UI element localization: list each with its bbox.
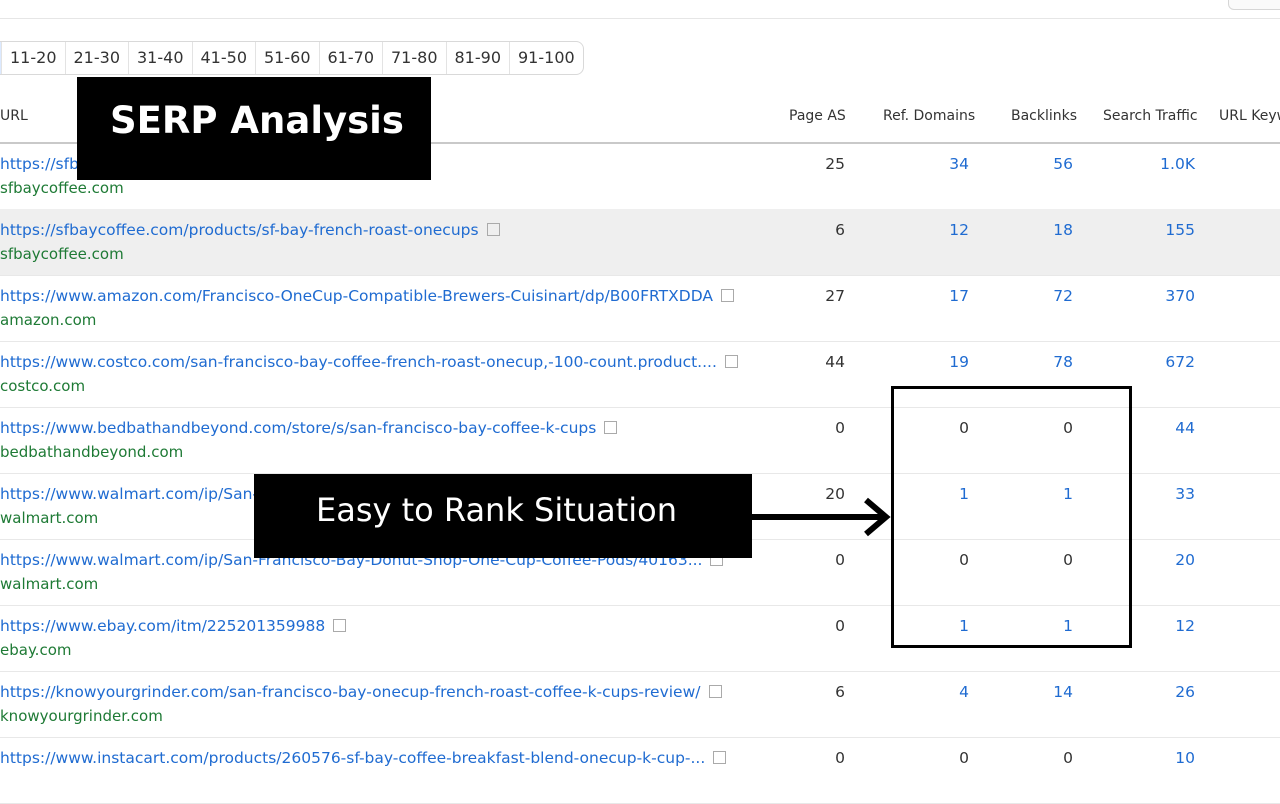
row-page-as: 0 (835, 749, 845, 767)
page-tab[interactable]: 91-100 (510, 42, 583, 74)
page-tab[interactable]: 41-50 (193, 42, 256, 74)
highlight-box (891, 386, 1132, 648)
row-url-text[interactable]: https://sfbaycoffee.com/products/sf-bay-… (0, 221, 479, 239)
row-domain: ebay.com (0, 641, 72, 659)
row-domain: amazon.com (0, 311, 97, 329)
row-domain: walmart.com (0, 509, 99, 527)
row-url-link[interactable]: https://www.bedbathandbeyond.com/store/s… (0, 419, 618, 437)
page-tab[interactable]: 21-30 (66, 42, 129, 74)
row-search-traffic[interactable]: 370 (1125, 287, 1195, 305)
row-url-text[interactable]: https://www.bedbathandbeyond.com/store/s… (0, 419, 596, 437)
arrow-right-icon (752, 497, 891, 537)
row-page-as: 0 (835, 551, 845, 569)
row-domain: knowyourgrinder.com (0, 707, 163, 725)
external-link-icon[interactable] (333, 619, 347, 632)
pagination: 11-20 21-30 31-40 41-50 51-60 61-70 71-8… (0, 41, 584, 75)
row-ref-domains[interactable]: 34 (899, 155, 969, 173)
table-row[interactable]: https://sfbaycoffee.com/products/sf-bay-… (0, 209, 1280, 276)
col-search-traffic[interactable]: Search Traffic (1103, 108, 1198, 124)
row-backlinks[interactable]: 0 (1003, 749, 1073, 767)
row-url-text[interactable]: https://sfb (0, 155, 79, 173)
col-page-as[interactable]: Page AS (789, 108, 846, 124)
row-page-as: 0 (835, 617, 845, 635)
top-right-button[interactable] (1228, 0, 1280, 10)
row-url-link[interactable]: https://www.amazon.com/Francisco-OneCup-… (0, 287, 734, 305)
row-backlinks[interactable]: 18 (1003, 221, 1073, 239)
row-search-traffic[interactable]: 33 (1125, 485, 1195, 503)
external-link-icon[interactable] (720, 289, 734, 302)
col-backlinks[interactable]: Backlinks (1011, 108, 1077, 124)
page-tab[interactable]: 11-20 (2, 42, 66, 74)
row-page-as: 27 (825, 287, 845, 305)
row-url-link[interactable]: https://sfb (0, 155, 79, 173)
row-search-traffic[interactable]: 44 (1125, 419, 1195, 437)
row-search-traffic[interactable]: 10 (1125, 749, 1195, 767)
row-url-text[interactable]: https://www.walmart.com/ip/San- (0, 485, 258, 503)
row-url-link[interactable]: https://sfbaycoffee.com/products/sf-bay-… (0, 221, 500, 239)
row-backlinks[interactable]: 78 (1003, 353, 1073, 371)
row-url-text[interactable]: https://www.instacart.com/products/26057… (0, 749, 705, 767)
page-tab[interactable]: 71-80 (383, 42, 447, 74)
top-bar (0, 0, 1280, 19)
row-search-traffic[interactable]: 155 (1125, 221, 1195, 239)
row-url-link[interactable]: https://www.ebay.com/itm/225201359988 (0, 617, 347, 635)
row-ref-domains[interactable]: 19 (899, 353, 969, 371)
page-tab[interactable]: 51-60 (256, 42, 320, 74)
table-row[interactable]: https://knowyourgrinder.com/san-francisc… (0, 671, 1280, 738)
easy-to-rank-label: Easy to Rank Situation (254, 474, 752, 558)
row-ref-domains[interactable]: 0 (899, 749, 969, 767)
row-page-as: 6 (835, 221, 845, 239)
row-backlinks[interactable]: 14 (1003, 683, 1073, 701)
row-search-traffic[interactable]: 12 (1125, 617, 1195, 635)
row-url-text[interactable]: https://knowyourgrinder.com/san-francisc… (0, 683, 701, 701)
row-url-link[interactable]: https://www.walmart.com/ip/San- (0, 485, 258, 503)
row-page-as: 25 (825, 155, 845, 173)
row-ref-domains[interactable]: 4 (899, 683, 969, 701)
row-domain: bedbathandbeyond.com (0, 443, 184, 461)
external-link-icon[interactable] (724, 355, 738, 368)
col-url-keywords[interactable]: URL Keyw (1219, 108, 1280, 124)
row-url-text[interactable]: https://www.ebay.com/itm/225201359988 (0, 617, 325, 635)
table-row[interactable]: https://www.instacart.com/products/26057… (0, 737, 1280, 804)
row-ref-domains[interactable]: 12 (899, 221, 969, 239)
row-domain: walmart.com (0, 575, 99, 593)
external-link-icon[interactable] (486, 223, 500, 236)
serp-analysis-label: SERP Analysis (77, 77, 431, 180)
row-domain: sfbaycoffee.com (0, 179, 124, 197)
row-page-as: 6 (835, 683, 845, 701)
row-domain: sfbaycoffee.com (0, 245, 124, 263)
external-link-icon[interactable] (708, 685, 722, 698)
col-ref-domains[interactable]: Ref. Domains (883, 108, 975, 124)
row-search-traffic[interactable]: 1.0K (1125, 155, 1195, 173)
row-backlinks[interactable]: 56 (1003, 155, 1073, 173)
external-link-icon[interactable] (713, 751, 727, 764)
row-page-as: 0 (835, 419, 845, 437)
table-row[interactable]: https://www.amazon.com/Francisco-OneCup-… (0, 275, 1280, 342)
row-domain: costco.com (0, 377, 86, 395)
page-tab[interactable]: 81-90 (447, 42, 510, 74)
row-url-link[interactable]: https://www.costco.com/san-francisco-bay… (0, 353, 738, 371)
page-tab[interactable]: 61-70 (320, 42, 383, 74)
row-url-link[interactable]: https://knowyourgrinder.com/san-francisc… (0, 683, 722, 701)
row-url-text[interactable]: https://www.costco.com/san-francisco-bay… (0, 353, 717, 371)
row-page-as: 44 (825, 353, 845, 371)
row-url-link[interactable]: https://www.instacart.com/products/26057… (0, 749, 727, 767)
row-search-traffic[interactable]: 26 (1125, 683, 1195, 701)
row-search-traffic[interactable]: 20 (1125, 551, 1195, 569)
external-link-icon[interactable] (604, 421, 618, 434)
col-url[interactable]: URL (0, 108, 28, 124)
row-backlinks[interactable]: 72 (1003, 287, 1073, 305)
row-search-traffic[interactable]: 672 (1125, 353, 1195, 371)
page-tab[interactable]: 31-40 (129, 42, 193, 74)
row-url-text[interactable]: https://www.amazon.com/Francisco-OneCup-… (0, 287, 713, 305)
row-ref-domains[interactable]: 17 (899, 287, 969, 305)
